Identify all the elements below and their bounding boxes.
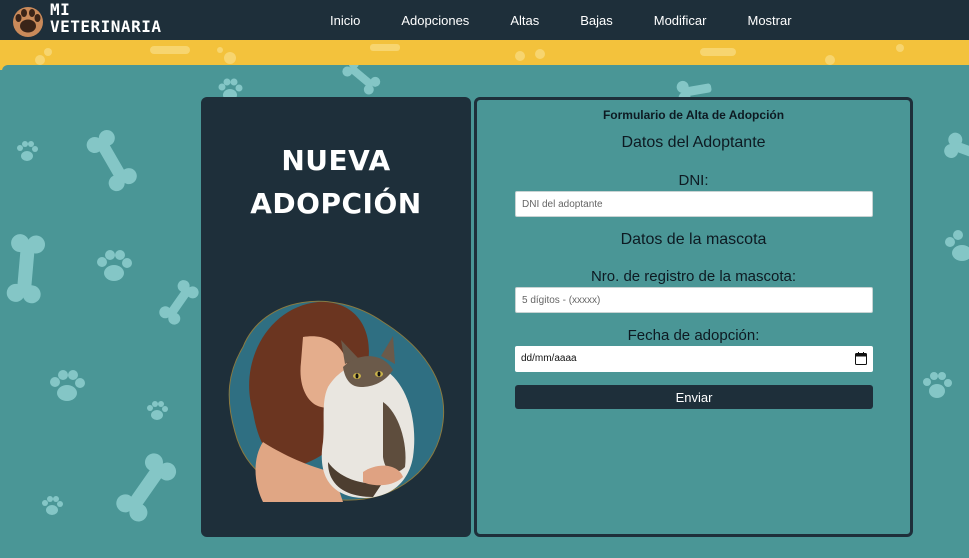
brand-line-1: MI — [50, 0, 71, 19]
nav-link-bajas[interactable]: Bajas — [580, 13, 613, 28]
paw-print-icon — [17, 141, 38, 161]
top-navbar: MI VETERINARIA Inicio Adopciones Altas B… — [0, 0, 969, 40]
title-line-1: NUEVA — [281, 144, 391, 177]
form-title: Formulario de Alta de Adopción — [602, 108, 785, 122]
main-nav: Inicio Adopciones Altas Bajas Modificar … — [310, 0, 833, 40]
paw-print-icon — [97, 250, 132, 281]
submit-button[interactable]: Enviar — [515, 385, 873, 409]
woman-hugging-cat-photo — [228, 300, 445, 502]
paw-logo-icon — [13, 7, 43, 37]
bone-icon — [86, 130, 137, 192]
date-input-text: dd/mm/aaaa — [521, 353, 577, 364]
brand-name: MI VETERINARIA — [50, 1, 161, 35]
paw-print-icon — [945, 230, 969, 261]
bone-icon — [159, 280, 199, 325]
brand-logo[interactable]: MI VETERINARIA — [4, 0, 174, 40]
dni-input[interactable] — [515, 191, 873, 217]
calendar-icon[interactable] — [855, 352, 867, 365]
nav-link-mostrar[interactable]: Mostrar — [748, 13, 792, 28]
nav-link-modificar[interactable]: Modificar — [654, 13, 707, 28]
registry-label: Nro. de registro de la mascota: — [590, 268, 797, 285]
bone-icon — [116, 453, 177, 522]
dni-label: DNI: — [678, 172, 709, 189]
brand-line-2: VETERINARIA — [50, 17, 162, 36]
nav-link-inicio[interactable]: Inicio — [330, 13, 360, 28]
page-title: NUEVA ADOPCIÓN — [201, 139, 471, 225]
registry-input[interactable] — [515, 287, 873, 313]
nav-link-altas[interactable]: Altas — [510, 13, 539, 28]
date-label: Fecha de adopción: — [627, 327, 760, 344]
paw-print-icon — [147, 401, 168, 420]
adopter-section-title: Datos del Adoptante — [621, 134, 766, 151]
pet-section-title: Datos de la mascota — [620, 231, 767, 248]
date-input[interactable]: dd/mm/aaaa — [515, 346, 873, 372]
hero-card: NUEVA ADOPCIÓN — [201, 97, 471, 537]
adoption-form: Formulario de Alta de Adopción Datos del… — [474, 97, 913, 537]
paw-print-icon — [42, 496, 63, 515]
paw-print-icon — [50, 370, 85, 401]
bone-icon — [6, 234, 46, 304]
paw-print-icon — [923, 372, 952, 398]
bone-icon — [944, 132, 969, 160]
nav-link-adopciones[interactable]: Adopciones — [401, 13, 469, 28]
bone-icon — [342, 65, 381, 95]
title-line-2: ADOPCIÓN — [250, 187, 422, 220]
